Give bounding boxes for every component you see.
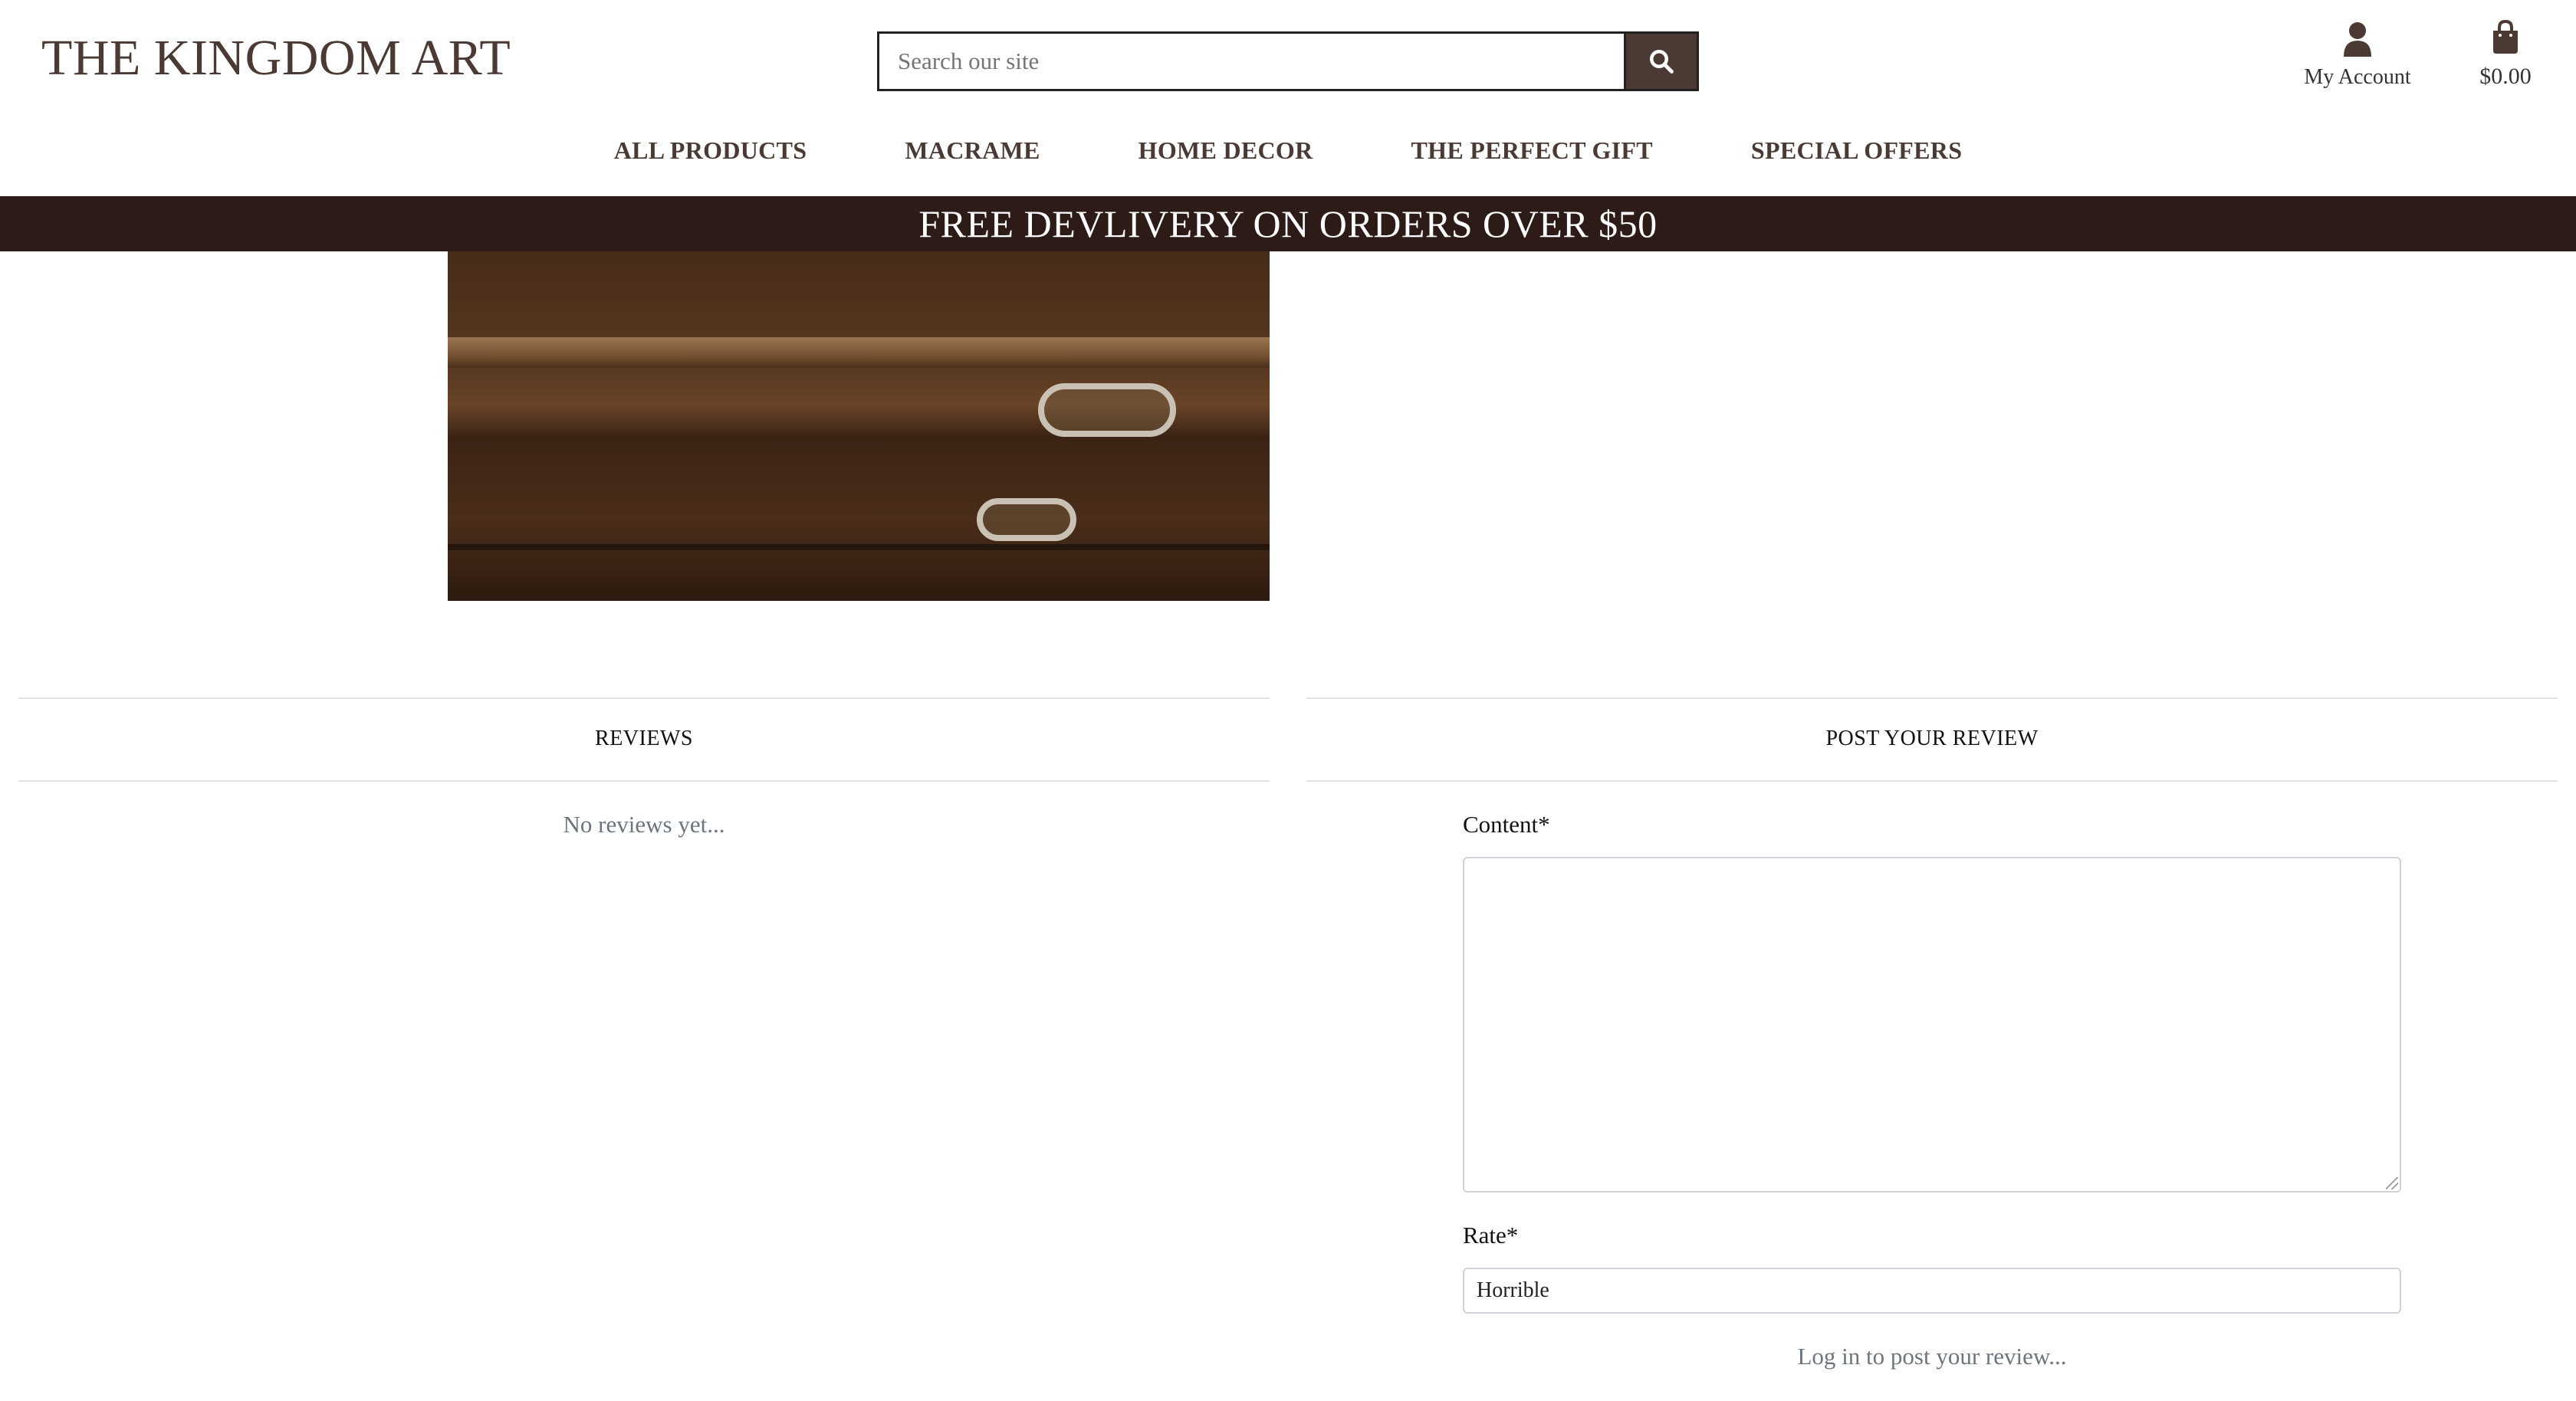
post-review-top-rule xyxy=(1306,697,2558,699)
reviews-bottom-rule xyxy=(18,780,1270,782)
search-button[interactable] xyxy=(1624,31,1699,91)
product-detail-page: REVIEWS No reviews yet... POST YOUR REVI… xyxy=(0,0,2576,1401)
nav-item-all-products[interactable]: ALL PRODUCTS xyxy=(565,130,856,176)
free-delivery-banner: FREE DEVLIVERY ON ORDERS OVER $50 xyxy=(0,196,2576,251)
drawer-edge xyxy=(448,337,1270,368)
product-image xyxy=(448,192,1270,601)
bag-total: $0.00 xyxy=(2479,64,2532,89)
reviews-top-rule xyxy=(18,697,1270,699)
login-to-review-text: Log in to post your review... xyxy=(1797,1343,2067,1370)
site-header: THE KINGDOM ART My Account xyxy=(0,0,2576,196)
drawer-line xyxy=(448,544,1270,550)
post-review-bottom-rule xyxy=(1306,780,2558,782)
textarea-resize-handle[interactable] xyxy=(2386,1177,2398,1189)
nav-item-home-decor[interactable]: HOME DECOR xyxy=(1089,130,1362,176)
search-icon xyxy=(1650,50,1674,74)
my-account-label: My Account xyxy=(2304,65,2411,89)
rate-select[interactable]: Horrible xyxy=(1463,1268,2401,1314)
reviews-title: REVIEWS xyxy=(595,727,693,750)
post-review-title: POST YOUR REVIEW xyxy=(1825,727,2039,750)
my-account-link[interactable]: My Account xyxy=(2292,21,2423,90)
no-reviews-text: No reviews yet... xyxy=(563,811,725,838)
nav-item-special-offers[interactable]: SPECIAL OFFERS xyxy=(1702,130,2011,176)
site-logo[interactable]: THE KINGDOM ART xyxy=(41,29,511,87)
shopping-bag-link[interactable]: $0.00 xyxy=(2467,19,2544,90)
content-label: Content* xyxy=(1463,811,1550,838)
drawer-handle xyxy=(977,498,1076,541)
nav-item-macrame[interactable]: MACRAME xyxy=(856,130,1089,176)
user-icon xyxy=(2344,22,2371,57)
content-textarea[interactable] xyxy=(1463,857,2401,1193)
search-input[interactable] xyxy=(877,31,1624,91)
shopping-bag-icon xyxy=(2493,19,2518,54)
rate-label: Rate* xyxy=(1463,1222,1519,1248)
nav-item-perfect-gift[interactable]: THE PERFECT GIFT xyxy=(1362,130,1702,176)
main-nav: ALL PRODUCTS MACRAME HOME DECOR THE PERF… xyxy=(0,130,2576,176)
drawer-handle xyxy=(1038,383,1176,437)
search-bar xyxy=(877,31,1699,91)
